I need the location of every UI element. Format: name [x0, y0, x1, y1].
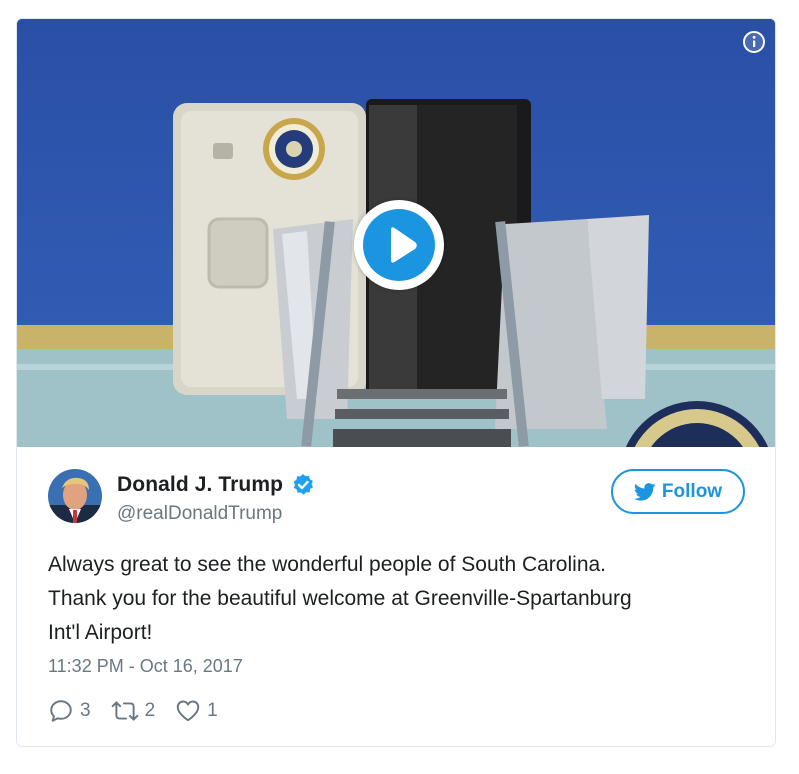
twitter-bird-icon: [633, 482, 656, 501]
author-name-row[interactable]: Donald J. Trump: [117, 473, 315, 497]
follow-label: Follow: [661, 480, 723, 502]
retweet-count: 2: [144, 700, 156, 721]
tweet-text-line: Always great to see the wonderful people…: [48, 553, 607, 576]
tweet-text-line: Int'l Airport!: [48, 621, 153, 644]
like-action[interactable]: 1: [175, 698, 218, 724]
follow-button[interactable]: Follow: [611, 469, 745, 514]
retweet-action[interactable]: 2: [111, 698, 156, 724]
reply-count: 3: [80, 700, 91, 721]
like-count: 1: [207, 700, 218, 721]
avatar[interactable]: [48, 469, 102, 523]
info-icon[interactable]: [743, 31, 765, 53]
tweet-timestamp[interactable]: 11:32 PM - Oct 16, 2017: [48, 656, 243, 677]
tweet-actions: 3 2 1: [48, 698, 238, 724]
tweet-text-line: Thank you for the beautiful welcome at G…: [48, 587, 632, 610]
tweet-text: Always great to see the wonderful people…: [48, 548, 748, 650]
tweet-card: Donald J. Trump @realDonaldTrump Follow …: [16, 18, 776, 747]
reply-action[interactable]: 3: [48, 698, 91, 724]
author-handle[interactable]: @realDonaldTrump: [117, 503, 282, 525]
reply-icon: [50, 700, 72, 722]
retweet-icon: [111, 701, 138, 721]
video-thumbnail[interactable]: [17, 19, 775, 447]
tweet-header: Donald J. Trump @realDonaldTrump Follow: [17, 447, 775, 537]
author-display-name[interactable]: Donald J. Trump: [117, 473, 283, 497]
heart-icon: [176, 700, 200, 722]
play-button[interactable]: [354, 200, 444, 290]
verified-badge-icon: [293, 474, 314, 495]
play-icon: [391, 227, 417, 263]
profile-photo: [48, 469, 102, 523]
